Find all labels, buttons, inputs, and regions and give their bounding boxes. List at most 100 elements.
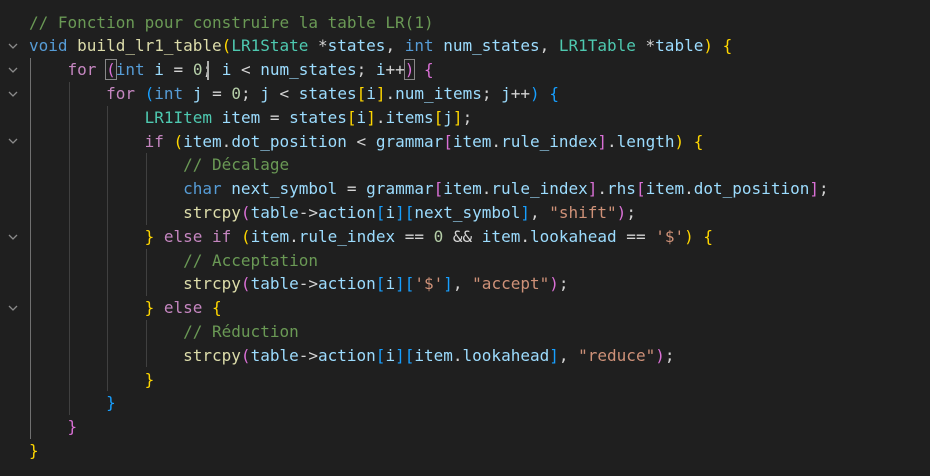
code-text: } [29,391,116,415]
code-token: ) [530,83,540,103]
code-text: } [29,415,78,439]
code-token: ) [616,202,627,222]
code-token: ] [597,131,608,151]
code-token: '$' [414,274,444,294]
code-token: ] [443,274,453,294]
code-line[interactable]: } else if (item.rule_index == 0 && item.… [0,225,930,249]
code-line[interactable]: void build_lr1_table(LR1State *states, i… [0,34,930,58]
code-token: strcpy [183,345,241,365]
matched-bracket: ) [403,59,416,81]
code-token: item [443,179,482,199]
code-token: ) [684,226,694,246]
code-token: "shift" [549,202,617,222]
code-line[interactable]: strcpy(table->action[i]['$'], "accept"); [0,272,930,296]
code-token: int [404,36,434,56]
code-line[interactable]: } [0,415,930,439]
code-token: dot_position [231,131,347,151]
code-token: action [318,345,376,365]
code-line[interactable]: for (int i = 0; i < num_states; i++) { [0,58,930,82]
code-token: ) [655,345,665,365]
code-token: strcpy [183,202,241,222]
code-token: ] [520,202,530,222]
matched-bracket: ( [105,59,117,81]
code-token: ( [240,274,251,294]
code-token: ] [366,107,376,127]
code-token: [ [375,274,386,294]
code-token: . [597,179,608,199]
code-token: = [260,107,290,127]
fold-chevron-icon[interactable] [6,296,20,320]
fold-chevron-icon[interactable] [6,130,20,154]
code-token: } [67,417,78,437]
code-text: // Réduction [29,320,299,344]
code-token: ++ [385,60,405,80]
code-line[interactable]: } [0,368,930,392]
code-line[interactable]: if (item.dot_position < grammar[item.rul… [0,130,930,154]
code-token: ( [240,226,251,246]
code-line[interactable]: } [0,439,930,463]
code-line[interactable]: } else { [0,296,930,320]
code-text: // Acceptation [29,249,318,273]
code-token: [ [433,179,444,199]
code-token: item [645,179,685,199]
code-token: char [183,179,222,199]
code-text: } [29,439,39,463]
code-line[interactable]: } [0,391,930,415]
code-token: ( [240,202,251,222]
code-line[interactable]: strcpy(table->action[i][next_symbol], "s… [0,201,930,225]
code-token: int [154,83,184,103]
code-text: // Fonction pour construire la table LR(… [29,11,434,35]
code-line[interactable]: for (int j = 0; j < states[i].num_items;… [0,82,930,106]
code-token: for [106,83,135,103]
code-token: , [529,202,550,222]
code-token: item [250,226,290,246]
code-token: && [443,226,482,246]
code-token: LR1Table [558,36,636,56]
code-token: ( [173,131,184,151]
code-token: [ [375,345,386,365]
code-token: } [106,393,116,413]
code-token: i [154,60,164,80]
text-cursor [207,60,209,80]
code-line[interactable]: // Réduction [0,320,930,344]
code-token: table [655,36,704,56]
code-token: [ [346,107,357,127]
code-token: items [385,107,434,127]
fold-chevron-icon[interactable] [6,82,20,106]
code-token: } [29,440,39,460]
code-editor[interactable]: // Fonction pour construire la table LR(… [0,0,930,476]
code-token: strcpy [183,274,241,294]
fold-chevron-icon[interactable] [6,34,20,58]
code-line[interactable]: // Acceptation [0,249,930,273]
code-token: table [250,274,299,294]
code-token: next_symbol [414,202,521,222]
code-line[interactable]: // Décalage [0,153,930,177]
code-token: 0 [433,226,444,246]
code-token: i [221,60,232,80]
code-token: action [318,202,376,222]
code-token: int [115,60,145,80]
code-line[interactable]: LR1Item item = states[i].items[j]; [0,106,930,130]
code-token: ; [462,107,473,127]
code-token: ; [356,60,376,80]
code-token: ; [626,202,636,222]
code-token: length [616,131,675,151]
code-token: , [558,345,579,365]
code-token: grammar [366,179,434,199]
code-token: if [212,226,232,246]
code-line[interactable]: // Fonction pour construire la table LR(… [0,11,930,35]
code-token: . [221,131,232,151]
code-line[interactable]: char next_symbol = grammar[item.rule_ind… [0,177,930,201]
code-token: item [414,345,453,365]
fold-chevron-icon[interactable] [6,58,20,82]
code-line[interactable]: strcpy(table->action[i][item.lookahead],… [0,344,930,368]
fold-chevron-icon[interactable] [6,225,20,249]
code-token: ; [240,83,261,103]
code-token: // Fonction pour construire la table LR(… [29,12,434,32]
